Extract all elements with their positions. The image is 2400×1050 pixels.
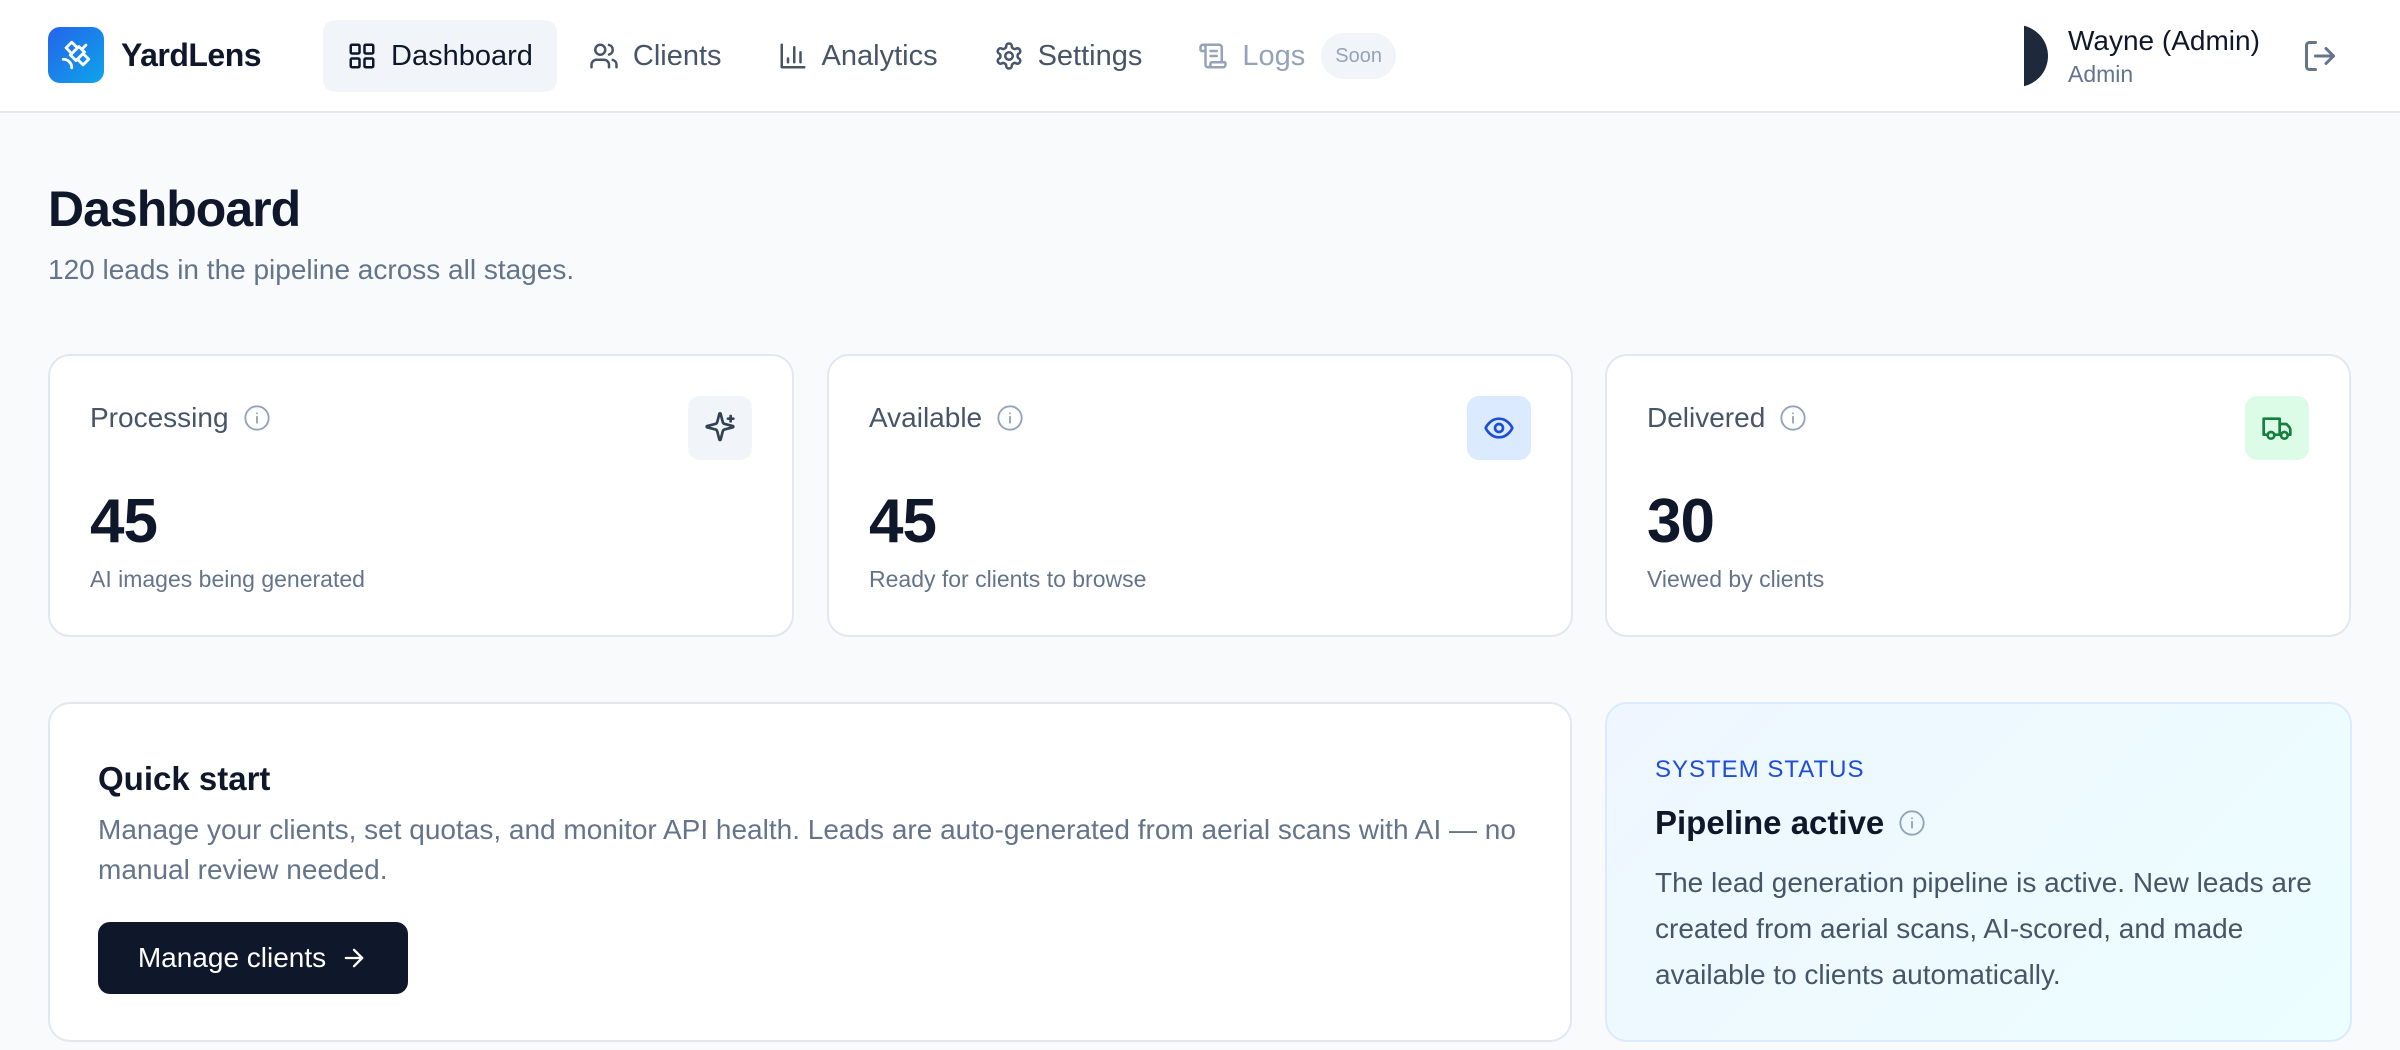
stat-value: 45	[90, 487, 158, 556]
top-nav-bar: YardLens Dashboard Clients Analytics Set…	[0, 0, 2400, 113]
stat-label: Processing	[90, 402, 229, 433]
user-role: Admin	[2068, 61, 2134, 87]
page-title: Dashboard	[48, 181, 301, 237]
manage-clients-button[interactable]: Manage clients	[98, 922, 408, 994]
stat-value: 45	[869, 487, 937, 556]
system-status-text: The lead generation pipeline is active. …	[1655, 867, 2312, 990]
gear-icon	[996, 42, 1022, 70]
nav-item-label: Clients	[632, 39, 722, 72]
stat-card-processing: Processing 45 AI images being generated	[48, 354, 794, 637]
quick-start-title: Quick start	[98, 760, 271, 797]
bar-chart-icon	[780, 43, 806, 69]
nav-item-label: Analytics	[821, 39, 938, 72]
stat-label: Delivered	[1647, 402, 1766, 433]
system-status-card: SYSTEM STATUS Pipeline active The lead g…	[1605, 702, 2352, 1042]
stat-caption: Ready for clients to browse	[869, 566, 1147, 592]
scroll-icon	[1199, 43, 1228, 69]
info-icon[interactable]	[243, 404, 271, 432]
main-nav: Dashboard Clients Analytics Settings Log…	[323, 20, 1428, 92]
truck-icon	[2245, 396, 2309, 460]
stat-value: 30	[1647, 487, 1715, 556]
stat-card-available: Available 45 Ready for clients to browse	[827, 354, 1573, 637]
nav-item-label: Dashboard	[391, 39, 533, 72]
page-subtitle: 120 leads in the pipeline across all sta…	[48, 254, 575, 285]
nav-item-analytics[interactable]: Analytics	[754, 20, 962, 92]
dashboard-grid-icon	[349, 43, 375, 69]
brand[interactable]: YardLens	[48, 27, 262, 83]
manage-clients-label: Manage clients	[137, 942, 327, 973]
info-icon[interactable]	[1779, 404, 1807, 432]
logout-icon[interactable]	[2302, 38, 2338, 74]
arrow-right-icon	[344, 948, 364, 968]
yardlens-logo-icon	[48, 27, 104, 83]
stat-label: Available	[869, 402, 983, 433]
quick-start-card: Quick start Manage your clients, set quo…	[48, 702, 1572, 1042]
soon-badge: Soon	[1321, 33, 1396, 79]
user-menu[interactable]: Wayne (Admin) Admin	[2024, 22, 2260, 90]
stat-caption: Viewed by clients	[1647, 566, 1825, 592]
nav-item-logs: Logs Soon	[1174, 20, 1420, 92]
avatar	[2024, 25, 2048, 87]
nav-item-label: Settings	[1037, 39, 1143, 72]
nav-item-label: Logs	[1242, 39, 1306, 72]
eye-icon	[1467, 396, 1531, 460]
stat-caption: AI images being generated	[90, 566, 365, 592]
system-status-eyebrow: SYSTEM STATUS	[1655, 756, 1865, 783]
users-icon	[590, 43, 618, 69]
sparkles-icon	[688, 396, 752, 460]
nav-item-clients[interactable]: Clients	[565, 20, 746, 92]
quick-start-text: Manage your clients, set quotas, and mon…	[98, 814, 1516, 885]
stat-card-delivered: Delivered 30 Viewed by clients	[1605, 354, 2351, 637]
system-status-title: Pipeline active	[1655, 804, 1885, 841]
nav-item-dashboard[interactable]: Dashboard	[323, 20, 557, 92]
user-name: Wayne (Admin)	[2068, 25, 2260, 56]
info-icon[interactable]	[1898, 809, 1926, 837]
nav-item-settings[interactable]: Settings	[970, 20, 1167, 92]
info-icon[interactable]	[996, 404, 1024, 432]
brand-name: YardLens	[121, 36, 262, 73]
